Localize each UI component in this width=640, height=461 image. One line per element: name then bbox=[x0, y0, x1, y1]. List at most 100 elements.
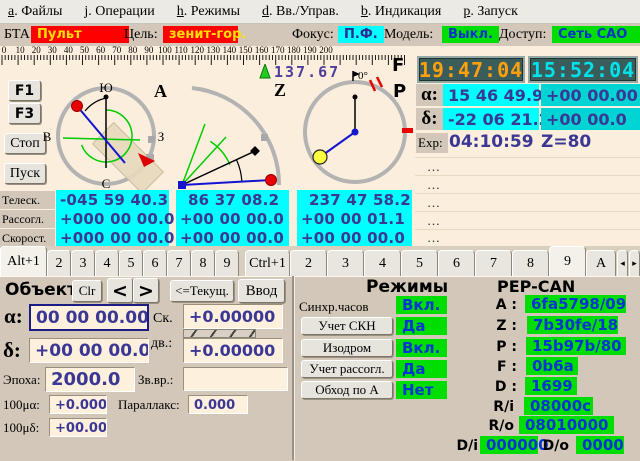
isodrome-value: Вкл. bbox=[396, 339, 447, 357]
star-time-input[interactable] bbox=[183, 367, 288, 391]
svg-text:Ю: Ю bbox=[99, 80, 112, 95]
epoch-input[interactable]: 2000.0 bbox=[45, 367, 135, 392]
delta-offset-value: +00 00.0 bbox=[541, 108, 640, 130]
tab-alt-9[interactable]: 9 bbox=[215, 250, 239, 276]
tab-alt-4[interactable]: 4 bbox=[95, 250, 119, 276]
svg-text:З: З bbox=[158, 129, 165, 144]
pepcan-do-label: D/o bbox=[540, 438, 569, 454]
model-indicator: Выкл. bbox=[442, 26, 499, 43]
exp-value: 04:10:59 bbox=[449, 132, 534, 152]
speed-p-value: +00 00 00.0 bbox=[297, 228, 412, 247]
tab-a[interactable]: A bbox=[586, 250, 616, 276]
start-button[interactable]: Пуск bbox=[4, 163, 46, 184]
svg-text:200: 200 bbox=[319, 45, 333, 55]
svg-text:20: 20 bbox=[32, 45, 42, 55]
focus-label: Фокус: bbox=[292, 27, 334, 43]
menu-files[interactable]: a. Файлы bbox=[8, 4, 62, 20]
enter-button[interactable]: Ввод bbox=[238, 279, 285, 303]
mismatch-a-value: +000 00 00.0 bbox=[56, 209, 169, 228]
tab-ctrl-7[interactable]: 7 bbox=[475, 250, 512, 276]
speed-z-value: +00 00 00.0 bbox=[176, 228, 289, 247]
mu-alpha-input[interactable]: +0.000 bbox=[49, 395, 107, 414]
proper-motion-dec-input[interactable]: +0.00000 bbox=[183, 338, 283, 363]
speed-a-value: +000 00 00.0 bbox=[56, 228, 169, 247]
parallax-input[interactable]: 0.000 bbox=[188, 395, 248, 414]
tab-ctrl-3[interactable]: 3 bbox=[327, 250, 364, 276]
mismatch-toggle-button[interactable]: Учет рассогл. bbox=[301, 360, 393, 378]
next-object-button[interactable]: > bbox=[133, 278, 159, 303]
pepcan-f-label: F : bbox=[480, 359, 517, 375]
svg-text:В: В bbox=[43, 129, 52, 144]
pepcan-a-label: A : bbox=[480, 297, 517, 313]
azimuth-bypass-button[interactable]: Обход по А bbox=[301, 381, 393, 399]
copy-current-button[interactable]: <=Текущ. bbox=[170, 280, 234, 302]
tab-alt-3[interactable]: 3 bbox=[71, 250, 95, 276]
dial-a-letter: А bbox=[154, 81, 167, 101]
telescope-a-value: -045 59 40.3 bbox=[56, 190, 169, 209]
menu-io-control[interactable]: d. Вв./Управ. bbox=[262, 4, 339, 20]
tab-alt-8[interactable]: 8 bbox=[191, 250, 215, 276]
info-row: … bbox=[415, 211, 640, 229]
object-alpha-input[interactable]: 00 00 00.00 bbox=[29, 304, 149, 331]
pepcan-do-value: 0000 bbox=[576, 436, 624, 454]
clear-button[interactable]: Clr bbox=[72, 280, 102, 302]
tab-ctrl-9[interactable]: 9 bbox=[549, 246, 586, 276]
tab-alt-1[interactable]: Alt+1 bbox=[0, 246, 47, 276]
tab-scroll-left-icon[interactable]: ◂ bbox=[617, 250, 628, 276]
access-indicator: Сеть САО bbox=[552, 26, 640, 43]
svg-text:0: 0 bbox=[2, 45, 7, 55]
f3-button[interactable]: F3 bbox=[8, 103, 41, 124]
tab-alt-5[interactable]: 5 bbox=[119, 250, 143, 276]
pepcan-di-label: D/i bbox=[450, 438, 478, 454]
alpha-offset-value: +00 00.00 bbox=[541, 84, 640, 106]
skn-toggle-button[interactable]: Учет СКН bbox=[301, 317, 393, 335]
tab-bar: Alt+1 2 3 4 5 6 7 8 9 Ctrl+1 2 3 4 5 6 7… bbox=[0, 246, 640, 276]
target-indicator: зенит-гор. bbox=[163, 26, 238, 43]
tab-alt-2[interactable]: 2 bbox=[47, 250, 71, 276]
proper-motion-ra-input[interactable]: +0.00000 bbox=[183, 304, 283, 329]
isodrome-toggle-button[interactable]: Изодром bbox=[301, 339, 393, 357]
object-delta-input[interactable]: +00 00 00.0 bbox=[29, 338, 149, 363]
tab-scroll-right-icon[interactable]: ▸ bbox=[629, 250, 640, 276]
tab-alt-7[interactable]: 7 bbox=[167, 250, 191, 276]
tab-ctrl-8[interactable]: 8 bbox=[512, 250, 549, 276]
pepcan-d-label: D : bbox=[480, 379, 517, 395]
menu-operations[interactable]: j. Операции bbox=[84, 4, 154, 20]
menu-modes[interactable]: h. Режимы bbox=[177, 4, 240, 20]
speed-splitter-handle[interactable] bbox=[183, 329, 256, 338]
tab-ctrl-6[interactable]: 6 bbox=[438, 250, 475, 276]
focus-position-ruler: 0102030405060708090100110120130140150160… bbox=[0, 45, 412, 65]
pepcan-p-label: P : bbox=[480, 339, 517, 355]
mu-delta-label: 100μδ: bbox=[3, 420, 39, 436]
access-label: Доступ: bbox=[499, 27, 546, 43]
svg-text:50: 50 bbox=[80, 45, 90, 55]
f1-button[interactable]: F1 bbox=[8, 80, 41, 101]
svg-text:60: 60 bbox=[96, 45, 106, 55]
pepcan-di-value: 000000 bbox=[480, 436, 538, 454]
prev-object-button[interactable]: < bbox=[107, 278, 133, 303]
utc-clock: 19:47:04 bbox=[417, 56, 525, 83]
tab-ctrl-4[interactable]: 4 bbox=[364, 250, 401, 276]
status-bar: БТА: Пульт Цель: зенит-гор. Фокус: П.Ф. … bbox=[0, 24, 640, 46]
svg-text:150: 150 bbox=[239, 45, 253, 55]
tab-ctrl-5[interactable]: 5 bbox=[401, 250, 438, 276]
bta-mode-indicator: Пульт bbox=[31, 26, 129, 43]
tab-alt-6[interactable]: 6 bbox=[143, 250, 167, 276]
tab-ctrl-1[interactable]: Ctrl+1 bbox=[245, 250, 290, 276]
mismatch-row-label: Рассогл. bbox=[0, 210, 55, 228]
mu-delta-input[interactable]: +00.00 bbox=[49, 418, 107, 437]
alpha-value: 15 46 49.91 bbox=[443, 84, 539, 106]
alpha-label: α: bbox=[416, 84, 443, 106]
zenith-dial: Z bbox=[175, 75, 290, 190]
menu-launch[interactable]: p. Запуск bbox=[463, 4, 518, 20]
info-row: … bbox=[415, 229, 640, 246]
svg-text:80: 80 bbox=[128, 45, 138, 55]
tab-ctrl-2[interactable]: 2 bbox=[290, 250, 327, 276]
menu-indication[interactable]: b. Индикация bbox=[361, 4, 441, 20]
pepcan-ri-value: 08000c bbox=[524, 397, 593, 415]
stop-button[interactable]: Стоп bbox=[4, 133, 46, 154]
clock-sync-value: Вкл. bbox=[396, 296, 447, 314]
pepcan-p-value: 15b97b/80 bbox=[526, 337, 626, 355]
exp-label: Exp: bbox=[416, 133, 448, 153]
svg-text:190: 190 bbox=[303, 45, 317, 55]
